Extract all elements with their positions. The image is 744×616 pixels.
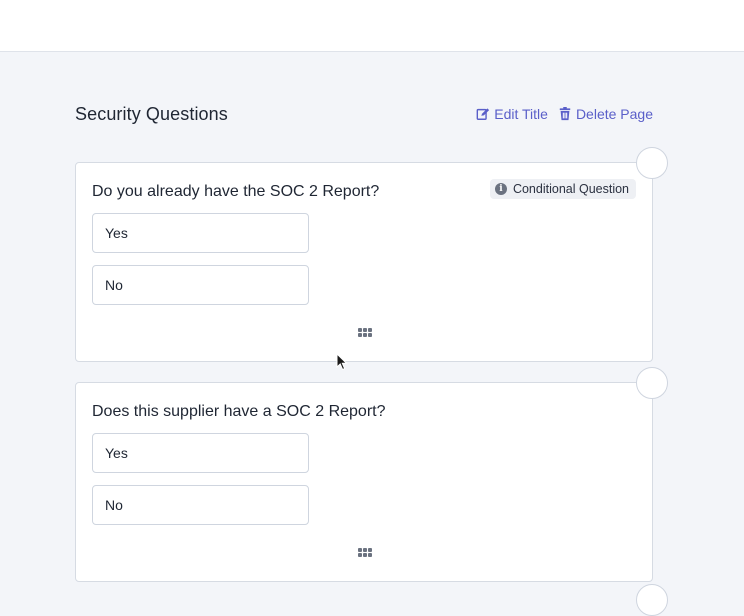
answer-option-yes[interactable]: Yes [92, 213, 309, 253]
edit-title-label: Edit Title [494, 106, 548, 122]
question-card[interactable]: Does this supplier have a SOC 2 Report? … [75, 367, 668, 582]
question-select-circle[interactable] [636, 367, 668, 399]
page-header: Security Questions Edit Title Delete Pag… [75, 102, 653, 128]
info-icon: i [494, 183, 507, 195]
conditional-question-badge: i Conditional Question [489, 179, 636, 199]
page-title: Security Questions [75, 104, 228, 124]
answer-option-no[interactable]: No [92, 265, 309, 305]
top-bar [0, 0, 744, 52]
edit-title-button[interactable]: Edit Title [476, 106, 548, 122]
edit-icon [476, 108, 490, 120]
mouse-cursor-icon [336, 353, 348, 371]
drag-handle-icon[interactable] [358, 548, 372, 558]
question-card[interactable]: Do you already have the SOC 2 Report? i … [75, 147, 668, 362]
question-text: Does this supplier have a SOC 2 Report? [92, 403, 386, 420]
question-select-circle[interactable] [636, 584, 668, 616]
delete-page-button[interactable]: Delete Page [558, 106, 653, 122]
delete-page-label: Delete Page [575, 106, 653, 122]
question-select-circle[interactable] [636, 147, 668, 179]
answer-option-no[interactable]: No [92, 485, 309, 525]
header-actions: Edit Title Delete Page [476, 106, 653, 122]
answer-option-yes[interactable]: Yes [92, 433, 309, 473]
drag-handle-icon[interactable] [358, 328, 372, 338]
question-text: Do you already have the SOC 2 Report? [92, 183, 380, 200]
badge-label: Conditional Question [512, 182, 629, 196]
trash-icon [559, 107, 571, 121]
